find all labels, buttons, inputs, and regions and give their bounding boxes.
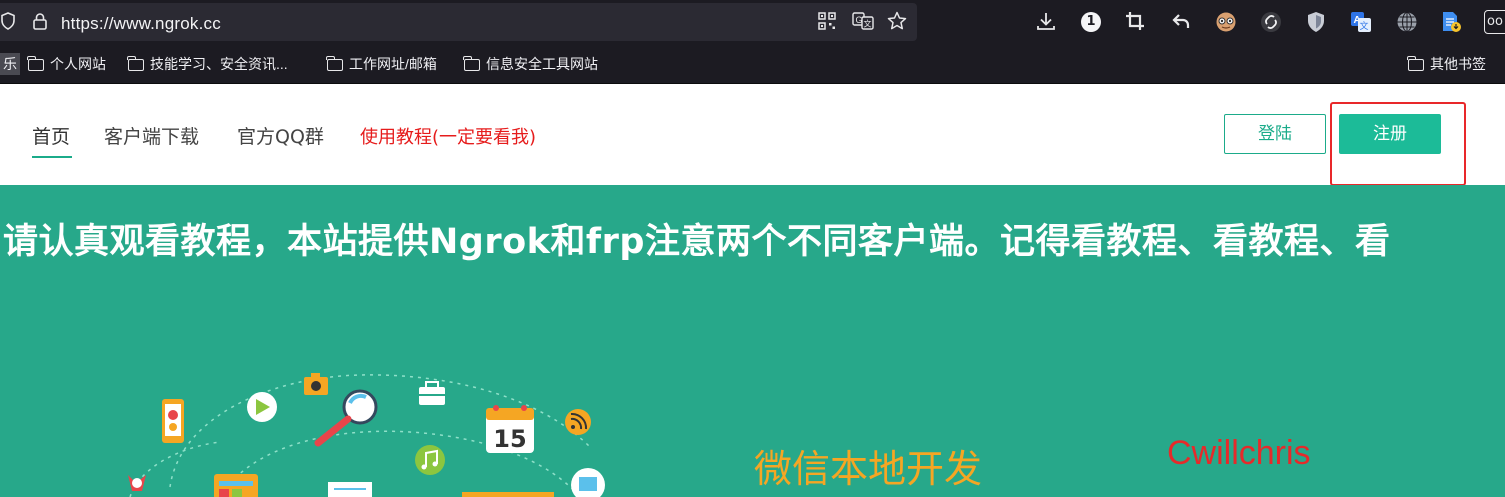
extension-face-icon[interactable] — [1215, 11, 1237, 38]
download-icon[interactable] — [1036, 11, 1056, 36]
other-bookmarks-folder[interactable]: 其他书签 — [1407, 55, 1486, 73]
shield-icon[interactable] — [0, 12, 16, 35]
nav-item-qq-group[interactable]: 官方QQ群 — [237, 122, 324, 149]
rss-icon — [565, 409, 591, 435]
wechat-dev-title: 微信本地开发 — [754, 447, 983, 491]
extension-badge-icon[interactable]: 1 — [1081, 12, 1101, 32]
lock-icon[interactable] — [33, 12, 47, 35]
music-icon — [415, 445, 445, 475]
play-icon — [247, 392, 277, 422]
browser-toolbar: https://www.ngrok.cc G文 1 A文 oo — [0, 0, 1505, 45]
svg-text:文: 文 — [1360, 20, 1369, 32]
globe-icon[interactable] — [1396, 11, 1418, 38]
phone-icon — [162, 399, 184, 443]
bookmark-label: 其他书签 — [1430, 56, 1486, 72]
login-button[interactable]: 登陆 — [1224, 114, 1326, 154]
folder-icon — [1407, 56, 1424, 71]
site-navbar: 首页 客户端下载 官方QQ群 使用教程(一定要看我) 登陆 注册 — [0, 84, 1505, 186]
hero-banner: 请认真观看教程，本站提供Ngrok和frp注意两个不同客户端。记得看教程、看教程… — [0, 185, 1505, 497]
undo-icon[interactable] — [1171, 11, 1191, 36]
glasses-extension-icon[interactable]: oo — [1484, 10, 1505, 34]
bookmarks-bar: 乐 个人网站 技能学习、安全资讯... 工作网址/邮箱 信息安全工具网站 其他书… — [0, 45, 1505, 84]
author-watermark: Cwillchris — [1167, 434, 1311, 472]
qr-code-icon[interactable] — [818, 12, 836, 35]
nav-item-home[interactable]: 首页 — [32, 122, 70, 149]
calendar-day: 15 — [493, 425, 526, 453]
folder-icon — [326, 56, 343, 71]
nav-item-tutorial[interactable]: 使用教程(一定要看我) — [360, 123, 536, 149]
folder-icon — [463, 56, 480, 71]
bookmark-partial-item[interactable]: 乐 — [0, 53, 20, 75]
folder-icon — [127, 56, 144, 71]
notice-marquee: 请认真观看教程，本站提供Ngrok和frp注意两个不同客户端。记得看教程、看教程… — [3, 222, 1391, 262]
bookmark-label: 个人网站 — [50, 56, 106, 72]
document-icon — [328, 482, 372, 497]
magnifier-icon — [314, 389, 378, 447]
nav-item-client-download[interactable]: 客户端下载 — [104, 122, 199, 149]
url-text[interactable]: https://www.ngrok.cc — [61, 14, 221, 34]
bookmark-label: 工作网址/邮箱 — [349, 56, 437, 72]
bookmark-label: 技能学习、安全资讯... — [150, 56, 288, 72]
svg-text:文: 文 — [864, 19, 872, 29]
bookmark-folder[interactable]: 信息安全工具网站 — [463, 55, 598, 73]
gift-icon — [128, 475, 146, 491]
crop-icon[interactable] — [1125, 11, 1145, 36]
bookmark-folder[interactable]: 工作网址/邮箱 — [326, 55, 437, 73]
bookmark-folder[interactable]: 技能学习、安全资讯... — [127, 55, 288, 73]
document-extension-icon[interactable] — [1440, 11, 1462, 38]
illustration: 15 — [128, 373, 605, 497]
device-base-icon — [462, 492, 554, 497]
briefcase-icon — [419, 381, 445, 405]
link-extension-icon[interactable] — [1260, 11, 1282, 38]
address-bar[interactable]: https://www.ngrok.cc G文 — [0, 3, 917, 41]
camera-icon — [304, 373, 328, 395]
active-nav-indicator — [32, 156, 72, 158]
annotation-highlight-box — [1330, 102, 1466, 186]
bookmark-label: 信息安全工具网站 — [486, 56, 598, 72]
photo-icon — [571, 468, 605, 497]
app-window-icon — [214, 474, 258, 497]
translate-icon[interactable]: G文 — [852, 12, 874, 35]
bookmark-star-icon[interactable] — [887, 11, 907, 36]
security-shield-icon[interactable] — [1306, 11, 1326, 38]
bookmark-folder[interactable]: 个人网站 — [27, 55, 106, 73]
translator-extension-icon[interactable]: A文 — [1350, 11, 1372, 38]
folder-icon — [27, 56, 44, 71]
